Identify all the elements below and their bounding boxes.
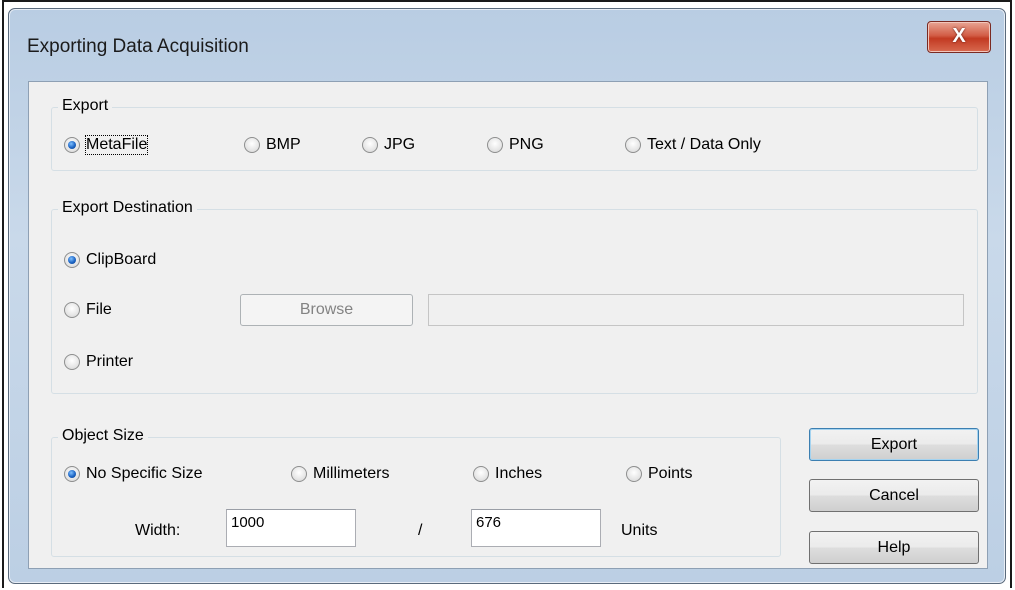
radio-metafile-label: MetaFile	[84, 135, 149, 155]
radio-clipboard[interactable]: ClipBoard	[64, 251, 156, 269]
width-field[interactable]: 1000	[226, 509, 356, 547]
radio-jpg[interactable]: JPG	[362, 136, 415, 154]
object-size-group-label: Object Size	[58, 427, 148, 445]
radio-metafile[interactable]: MetaFile	[64, 135, 149, 155]
radio-file-label: File	[86, 301, 112, 318]
radio-unselected-icon	[244, 137, 260, 153]
export-group-label: Export	[58, 97, 113, 115]
export-button[interactable]: Export	[809, 428, 979, 461]
radio-inches[interactable]: Inches	[473, 465, 542, 483]
radio-text-data-only[interactable]: Text / Data Only	[625, 136, 761, 154]
dialog-window: Exporting Data Acquisition X Export Meta…	[8, 8, 1006, 584]
radio-selected-icon	[64, 252, 80, 268]
radio-file[interactable]: File	[64, 301, 112, 319]
radio-inches-label: Inches	[495, 465, 543, 482]
radio-unselected-icon	[473, 466, 489, 482]
width-label: Width:	[135, 522, 181, 539]
radio-selected-icon	[64, 137, 80, 153]
export-destination-group-label: Export Destination	[58, 199, 197, 217]
radio-unselected-icon	[64, 354, 80, 370]
radio-unselected-icon	[64, 302, 80, 318]
window-title: Exporting Data Acquisition	[27, 36, 249, 57]
radio-no-specific-size-label: No Specific Size	[86, 465, 203, 482]
radio-points[interactable]: Points	[626, 465, 692, 483]
close-button[interactable]: X	[927, 21, 991, 53]
radio-no-specific-size[interactable]: No Specific Size	[64, 465, 203, 483]
units-label: Units	[621, 522, 658, 539]
radio-text-data-only-label: Text / Data Only	[647, 136, 761, 153]
radio-bmp[interactable]: BMP	[244, 136, 301, 154]
radio-millimeters-label: Millimeters	[313, 465, 390, 482]
radio-unselected-icon	[291, 466, 307, 482]
radio-png-label: PNG	[509, 136, 544, 153]
radio-millimeters[interactable]: Millimeters	[291, 465, 389, 483]
radio-unselected-icon	[625, 137, 641, 153]
radio-points-label: Points	[648, 465, 693, 482]
radio-jpg-label: JPG	[384, 136, 416, 153]
file-path-field[interactable]	[428, 294, 964, 326]
radio-unselected-icon	[626, 466, 642, 482]
radio-clipboard-label: ClipBoard	[86, 251, 157, 268]
radio-printer[interactable]: Printer	[64, 353, 133, 371]
radio-unselected-icon	[362, 137, 378, 153]
browse-button[interactable]: Browse	[240, 294, 413, 326]
height-field[interactable]: 676	[471, 509, 601, 547]
radio-selected-icon	[64, 466, 80, 482]
help-button[interactable]: Help	[809, 531, 979, 564]
title-bar[interactable]: Exporting Data Acquisition X	[9, 9, 1005, 81]
radio-bmp-label: BMP	[266, 136, 301, 153]
cancel-button[interactable]: Cancel	[809, 479, 979, 512]
radio-unselected-icon	[487, 137, 503, 153]
radio-printer-label: Printer	[86, 353, 134, 370]
radio-png[interactable]: PNG	[487, 136, 544, 154]
size-separator: /	[418, 522, 423, 539]
close-icon: X	[952, 25, 966, 47]
dialog-client-area: Export MetaFile BMP JPG PNG Text / Data …	[28, 81, 988, 569]
